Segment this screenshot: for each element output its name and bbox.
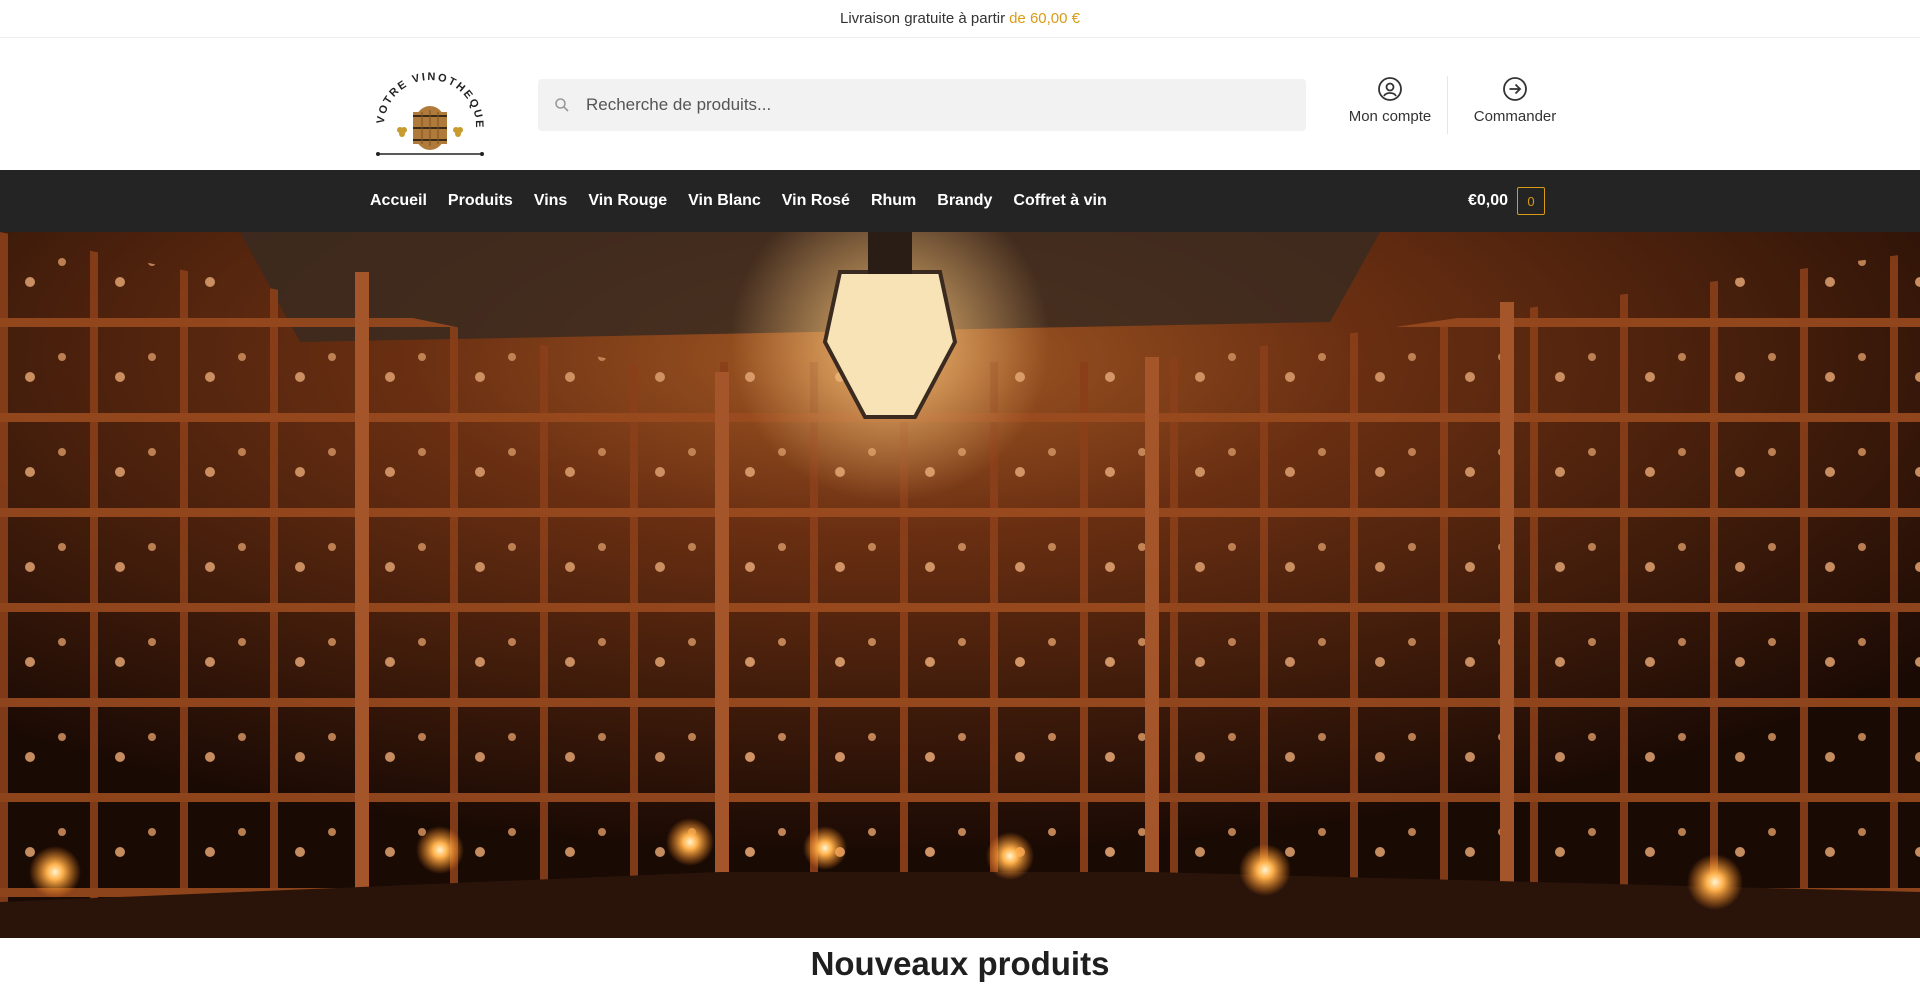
search-icon xyxy=(555,98,569,112)
nav-item-vin-blanc[interactable]: Vin Blanc xyxy=(688,192,761,210)
site-logo[interactable]: VOTRE VINOTHEQUE xyxy=(370,68,490,180)
search-input[interactable] xyxy=(570,79,1306,131)
nav-item-coffret-a-vin[interactable]: Coffret à vin xyxy=(1013,192,1106,210)
hero-banner xyxy=(0,232,1920,938)
arrow-right-circle-icon xyxy=(1503,77,1527,101)
cart-count-badge: 0 xyxy=(1517,187,1546,215)
product-search xyxy=(538,79,1306,131)
announcement-threshold: de 60,00 € xyxy=(1009,10,1080,27)
checkout-link[interactable]: Commander xyxy=(1460,76,1570,125)
announcement-bar: Livraison gratuite à partir de 60,00 € xyxy=(0,0,1920,38)
primary-navigation: Accueil Produits Vins Vin Rouge Vin Blan… xyxy=(0,170,1920,232)
my-account-link[interactable]: Mon compte xyxy=(1340,76,1440,125)
nav-item-vin-rouge[interactable]: Vin Rouge xyxy=(588,192,667,210)
nav-item-vin-rose[interactable]: Vin Rosé xyxy=(782,192,850,210)
cart-amount: €0,00 xyxy=(1468,192,1509,209)
checkout-label: Commander xyxy=(1473,108,1557,125)
nav-item-brandy[interactable]: Brandy xyxy=(937,192,992,210)
nav-item-produits[interactable]: Produits xyxy=(448,192,513,210)
user-circle-icon xyxy=(1378,77,1402,101)
nav-menu: Accueil Produits Vins Vin Rouge Vin Blan… xyxy=(370,170,1128,232)
my-account-label: Mon compte xyxy=(1348,108,1432,125)
nav-item-rhum[interactable]: Rhum xyxy=(871,192,916,210)
header-divider xyxy=(1447,76,1448,134)
nav-item-vins[interactable]: Vins xyxy=(534,192,568,210)
wine-cellar-image xyxy=(0,232,1920,938)
barrel-logo-icon: VOTRE VINOTHEQUE xyxy=(375,71,484,156)
site-header: VOTRE VINOTHEQUE Recherche de produits..… xyxy=(0,38,1920,170)
announcement-text: Livraison gratuite à partir xyxy=(840,10,1006,27)
new-products-heading: Nouveaux produits xyxy=(810,945,1110,982)
nav-item-accueil[interactable]: Accueil xyxy=(370,192,427,210)
mini-cart[interactable]: €0,00 0 xyxy=(1468,187,1546,215)
